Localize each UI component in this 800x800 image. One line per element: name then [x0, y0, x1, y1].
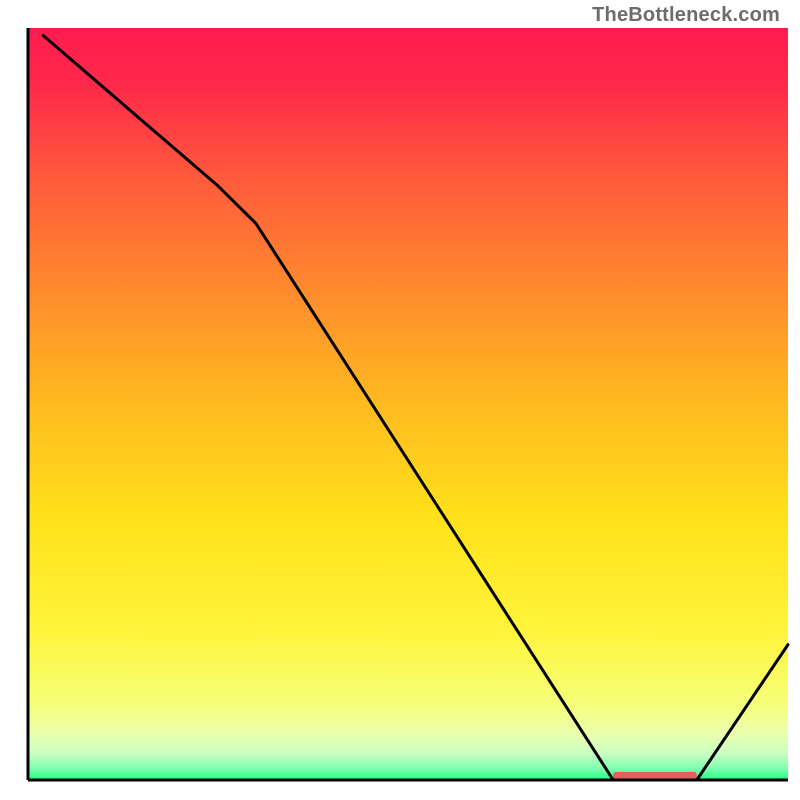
bottleneck-chart	[0, 0, 800, 800]
chart-container: TheBottleneck.com	[0, 0, 800, 800]
plot-background	[28, 28, 788, 780]
